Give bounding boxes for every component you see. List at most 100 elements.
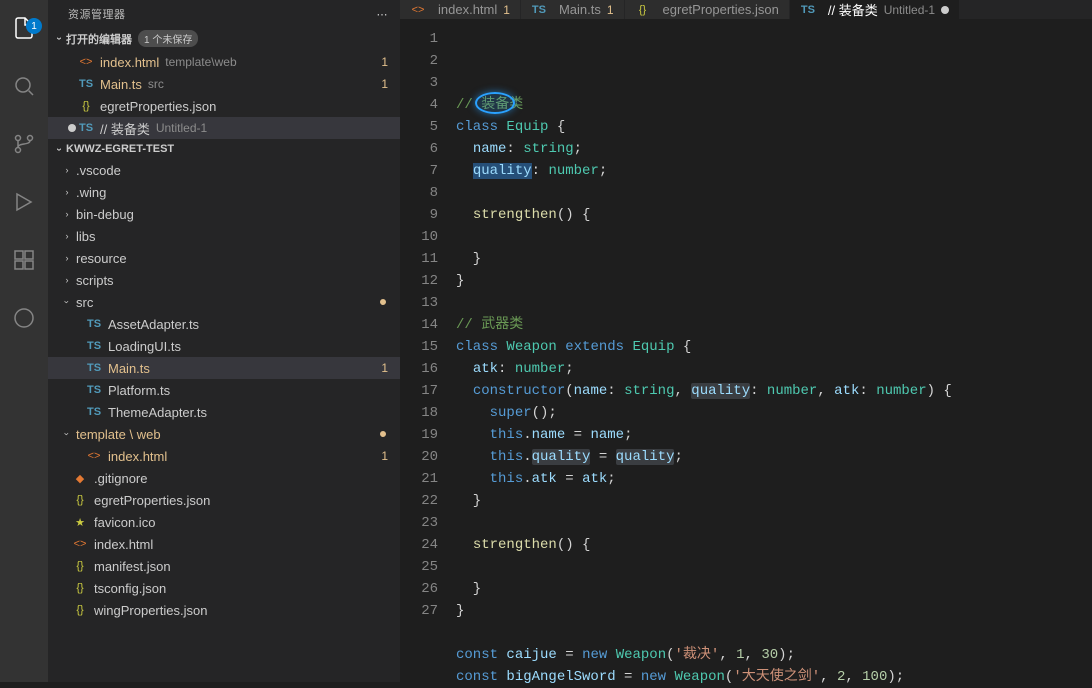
json-icon: {} bbox=[72, 582, 88, 594]
folder-name: src bbox=[76, 295, 93, 310]
code-line[interactable]: } bbox=[456, 490, 1092, 512]
file-item[interactable]: <> index.html bbox=[48, 533, 400, 555]
folder-item[interactable]: › scripts bbox=[48, 269, 400, 291]
folder-item[interactable]: › libs bbox=[48, 225, 400, 247]
folder-item[interactable]: › .wing bbox=[48, 181, 400, 203]
code-line[interactable]: } bbox=[456, 270, 1092, 292]
git-count: 1 bbox=[381, 77, 388, 91]
code-line[interactable] bbox=[456, 182, 1092, 204]
folder-item[interactable]: › bin-debug bbox=[48, 203, 400, 225]
code-line[interactable] bbox=[456, 512, 1092, 534]
html-icon: <> bbox=[86, 450, 102, 462]
folder-name: libs bbox=[76, 229, 96, 244]
file-item[interactable]: ◆ .gitignore bbox=[48, 467, 400, 489]
line-number: 22 bbox=[400, 490, 438, 512]
code-line[interactable]: } bbox=[456, 578, 1092, 600]
json-icon: {} bbox=[72, 604, 88, 616]
code-line[interactable]: atk: number; bbox=[456, 358, 1092, 380]
line-number: 9 bbox=[400, 204, 438, 226]
file-item[interactable]: ★ favicon.ico bbox=[48, 511, 400, 533]
ts-icon: TS bbox=[86, 362, 102, 374]
tab-path: Untitled-1 bbox=[884, 3, 935, 17]
folder-item[interactable]: › src bbox=[48, 291, 400, 313]
folder-item[interactable]: › .vscode bbox=[48, 159, 400, 181]
file-path: src bbox=[148, 77, 164, 91]
activity-debug[interactable] bbox=[0, 182, 48, 222]
remote-icon bbox=[12, 306, 36, 330]
chevron-icon: › bbox=[62, 429, 72, 439]
activity-extensions[interactable] bbox=[0, 240, 48, 280]
code-content[interactable]: // 装备类class Equip { name: string; qualit… bbox=[456, 28, 1092, 688]
open-editor-item[interactable]: TS Main.ts src 1 bbox=[48, 73, 400, 95]
editor-tab[interactable]: TS // 装备类 Untitled-1 bbox=[790, 0, 960, 19]
file-item[interactable]: {} egretProperties.json bbox=[48, 489, 400, 511]
code-line[interactable]: this.quality = quality; bbox=[456, 446, 1092, 468]
file-item[interactable]: TS LoadingUI.ts bbox=[48, 335, 400, 357]
code-line[interactable]: quality: number; bbox=[456, 160, 1092, 182]
activity-remote[interactable] bbox=[0, 298, 48, 338]
code-line[interactable]: this.atk = atk; bbox=[456, 468, 1092, 490]
activity-search[interactable] bbox=[0, 66, 48, 106]
code-line[interactable] bbox=[456, 226, 1092, 248]
code-editor[interactable]: 1234567891011121314151617181920212223242… bbox=[400, 20, 1092, 688]
html-icon: <> bbox=[410, 4, 426, 16]
file-item[interactable]: <> index.html 1 bbox=[48, 445, 400, 467]
more-icon[interactable]: ⋯ bbox=[377, 8, 389, 21]
activity-bar: 1 bbox=[0, 0, 48, 682]
ts-icon: TS bbox=[86, 406, 102, 418]
code-line[interactable]: const caijue = new Weapon('裁决', 1, 30); bbox=[456, 644, 1092, 666]
activity-explorer[interactable]: 1 bbox=[0, 8, 48, 48]
code-line[interactable] bbox=[456, 292, 1092, 314]
code-line[interactable]: const bigAngelSword = new Weapon('大天使之剑'… bbox=[456, 666, 1092, 688]
chevron-icon: › bbox=[54, 142, 65, 156]
folder-item[interactable]: › resource bbox=[48, 247, 400, 269]
code-line[interactable] bbox=[456, 622, 1092, 644]
open-editor-item[interactable]: TS // 装备类 Untitled-1 bbox=[48, 117, 400, 139]
file-item[interactable]: TS Main.ts 1 bbox=[48, 357, 400, 379]
line-number: 20 bbox=[400, 446, 438, 468]
code-line[interactable] bbox=[456, 556, 1092, 578]
sidebar-header: 资源管理器 ⋯ bbox=[48, 0, 400, 28]
code-line[interactable]: strengthen() { bbox=[456, 204, 1092, 226]
code-line[interactable]: class Equip { bbox=[456, 116, 1092, 138]
file-item[interactable]: TS ThemeAdapter.ts bbox=[48, 401, 400, 423]
code-line[interactable]: this.name = name; bbox=[456, 424, 1092, 446]
editor-tab[interactable]: <> index.html 1 bbox=[400, 0, 521, 19]
code-line[interactable]: strengthen() { bbox=[456, 534, 1092, 556]
open-editor-item[interactable]: {} egretProperties.json bbox=[48, 95, 400, 117]
code-line[interactable]: super(); bbox=[456, 402, 1092, 424]
folder-item[interactable]: › template \ web bbox=[48, 423, 400, 445]
ts-icon: TS bbox=[800, 4, 816, 16]
chevron-icon: › bbox=[62, 165, 72, 175]
html-icon: <> bbox=[72, 538, 88, 550]
editor-tabs: <> index.html 1 TS Main.ts 1 {} egretPro… bbox=[400, 0, 1092, 20]
code-line[interactable]: name: string; bbox=[456, 138, 1092, 160]
code-line[interactable]: // 武器类 bbox=[456, 314, 1092, 336]
folder-name: .vscode bbox=[76, 163, 121, 178]
open-editors-label: 打开的编辑器 bbox=[66, 31, 132, 47]
line-number: 21 bbox=[400, 468, 438, 490]
activity-scm[interactable] bbox=[0, 124, 48, 164]
code-line[interactable]: class Weapon extends Equip { bbox=[456, 336, 1092, 358]
file-item[interactable]: TS AssetAdapter.ts bbox=[48, 313, 400, 335]
open-editor-item[interactable]: <> index.html template\web 1 bbox=[48, 51, 400, 73]
code-line[interactable]: } bbox=[456, 248, 1092, 270]
editor-tab[interactable]: TS Main.ts 1 bbox=[521, 0, 625, 19]
code-line[interactable]: } bbox=[456, 600, 1092, 622]
editor-tab[interactable]: {} egretProperties.json bbox=[625, 0, 790, 19]
file-item[interactable]: {} wingProperties.json bbox=[48, 599, 400, 621]
project-label: KWWZ-EGRET-TEST bbox=[66, 143, 174, 155]
file-item[interactable]: TS Platform.ts bbox=[48, 379, 400, 401]
code-line[interactable]: // 装备类 bbox=[456, 94, 1092, 116]
file-item[interactable]: {} manifest.json bbox=[48, 555, 400, 577]
line-number: 17 bbox=[400, 380, 438, 402]
file-item[interactable]: {} tsconfig.json bbox=[48, 577, 400, 599]
file-name: egretProperties.json bbox=[94, 493, 210, 508]
code-line[interactable]: constructor(name: string, quality: numbe… bbox=[456, 380, 1092, 402]
project-header[interactable]: › KWWZ-EGRET-TEST bbox=[48, 141, 400, 157]
branch-icon bbox=[12, 132, 36, 156]
file-tree: › .vscode › .wing › bin-debug › libs › r… bbox=[48, 157, 400, 682]
extensions-icon bbox=[12, 248, 36, 272]
open-editors-header[interactable]: › 打开的编辑器 1 个未保存 bbox=[48, 28, 400, 49]
line-number: 14 bbox=[400, 314, 438, 336]
